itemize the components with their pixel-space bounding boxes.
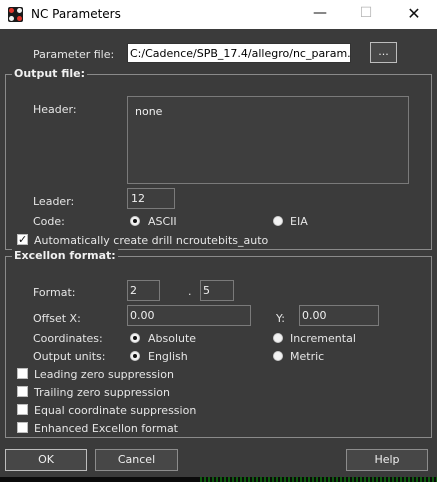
- dialog-body: Parameter file: C:/Cadence/SPB_17.4/alle…: [0, 29, 437, 482]
- offset-y-input[interactable]: 0.00: [299, 305, 379, 326]
- code-ascii-label: ASCII: [148, 215, 177, 228]
- browse-button[interactable]: ...: [370, 42, 397, 63]
- equal-coordinate-label: Equal coordinate suppression: [34, 404, 197, 417]
- output-file-group-title: Output file:: [12, 67, 88, 80]
- offset-y-label: Y:: [276, 312, 285, 325]
- coordinates-absolute-radio[interactable]: [130, 333, 140, 343]
- leader-label: Leader:: [33, 195, 75, 208]
- leading-zero-checkbox[interactable]: [17, 368, 28, 379]
- auto-drill-checkbox[interactable]: ✓: [17, 234, 28, 245]
- window-title: NC Parameters: [31, 7, 121, 21]
- trailing-zero-checkbox[interactable]: [17, 386, 28, 397]
- minimize-button[interactable]: —: [297, 0, 343, 29]
- header-value: none: [135, 105, 163, 118]
- format-decimal-input[interactable]: 5: [200, 280, 234, 301]
- leading-zero-label: Leading zero suppression: [34, 368, 174, 381]
- offset-x-input[interactable]: 0.00: [127, 305, 251, 326]
- auto-drill-label: Automatically create drill ncroutebits_a…: [34, 234, 269, 247]
- units-metric-radio[interactable]: [273, 351, 283, 361]
- parameter-file-input[interactable]: C:/Cadence/SPB_17.4/allegro/nc_param.txt: [127, 43, 351, 63]
- format-integer-input[interactable]: 2: [127, 280, 160, 301]
- trailing-zero-label: Trailing zero suppression: [34, 386, 170, 399]
- enhanced-excellon-label: Enhanced Excellon format: [34, 422, 178, 435]
- cancel-button[interactable]: Cancel: [95, 449, 178, 471]
- help-button[interactable]: Help: [346, 449, 428, 471]
- coordinates-label: Coordinates:: [33, 332, 103, 345]
- parameter-file-label: Parameter file:: [33, 48, 115, 61]
- header-label: Header:: [33, 103, 77, 116]
- code-eia-label: EIA: [290, 215, 308, 228]
- output-units-label: Output units:: [33, 350, 106, 363]
- units-metric-label: Metric: [290, 350, 325, 363]
- coordinates-incremental-radio[interactable]: [273, 333, 283, 343]
- units-english-radio[interactable]: [130, 351, 140, 361]
- leader-input[interactable]: 12: [127, 188, 175, 209]
- code-eia-radio[interactable]: [273, 216, 283, 226]
- offset-x-label: Offset X:: [33, 312, 81, 325]
- format-label: Format:: [33, 286, 76, 299]
- close-button[interactable]: ✕: [391, 0, 437, 29]
- header-textarea[interactable]: none: [127, 96, 409, 184]
- coordinates-incremental-label: Incremental: [290, 332, 356, 345]
- code-ascii-radio[interactable]: [130, 216, 140, 226]
- background-strip: [0, 477, 437, 482]
- excellon-format-group-title: Excellon format:: [12, 249, 118, 262]
- maximize-button[interactable]: ☐: [343, 0, 389, 29]
- title-bar: NC Parameters — ☐ ✕: [0, 0, 437, 29]
- enhanced-excellon-checkbox[interactable]: [17, 422, 28, 433]
- app-icon: [8, 7, 23, 22]
- ok-button[interactable]: OK: [5, 449, 87, 471]
- format-separator: .: [188, 285, 192, 298]
- units-english-label: English: [148, 350, 188, 363]
- code-label: Code:: [33, 215, 65, 228]
- coordinates-absolute-label: Absolute: [148, 332, 197, 345]
- equal-coordinate-checkbox[interactable]: [17, 404, 28, 415]
